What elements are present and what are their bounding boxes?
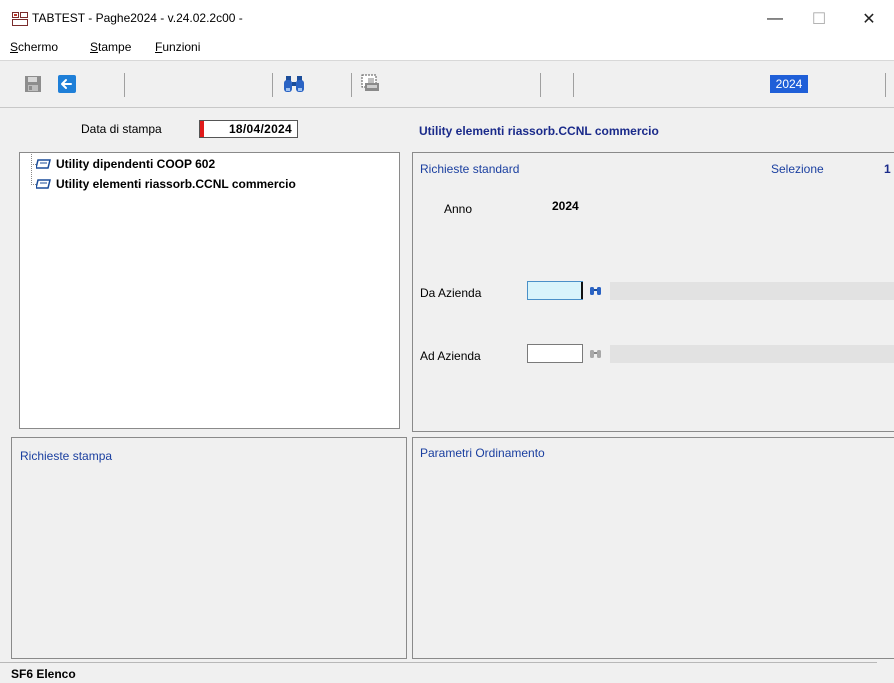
- save-icon[interactable]: [24, 75, 42, 93]
- book-icon: [36, 159, 51, 169]
- toolbar-separator: [272, 73, 273, 97]
- anno-value: 2024: [552, 199, 579, 213]
- tree-item-label: Utility dipendenti COOP 602: [56, 157, 216, 171]
- minimize-button[interactable]: —: [752, 6, 798, 32]
- year-badge: 2024: [770, 75, 808, 93]
- menu-bar: Schermo Stampe Funzioni: [0, 36, 894, 60]
- da-azienda-description: [610, 282, 894, 300]
- window-title: TABTEST - Paghe2024 - v.24.02.2c00 -: [32, 11, 243, 25]
- selection-value: 1: [884, 162, 891, 176]
- toolbar-separator: [124, 73, 125, 97]
- close-button[interactable]: ✕: [846, 6, 892, 32]
- standard-requests-panel: Richieste standard Selezione 1 Anno 2024…: [412, 152, 894, 432]
- menu-stampe[interactable]: Stampe: [90, 40, 131, 54]
- binoculars-icon[interactable]: [283, 74, 305, 94]
- selected-utility-title: Utility elementi riassorb.CCNL commercio: [419, 124, 659, 138]
- back-arrow-icon[interactable]: [58, 75, 76, 93]
- book-icon: [36, 179, 51, 189]
- da-azienda-input[interactable]: [527, 281, 583, 300]
- print-date-value: 18/04/2024: [228, 122, 292, 136]
- da-azienda-label: Da Azienda: [420, 286, 482, 300]
- title-bar: TABTEST - Paghe2024 - v.24.02.2c00 - — ☐…: [0, 0, 894, 36]
- tree-item[interactable]: Utility dipendenti COOP 602: [36, 157, 215, 171]
- tree-item[interactable]: Utility elementi riassorb.CCNL commercio: [36, 177, 296, 191]
- maximize-button[interactable]: ☐: [796, 6, 842, 32]
- tree-item-label: Utility elementi riassorb.CCNL commercio: [56, 177, 296, 191]
- print-requests-title: Richieste stampa: [20, 449, 113, 463]
- menu-funzioni[interactable]: Funzioni: [155, 40, 200, 54]
- print-preview-icon[interactable]: [360, 73, 382, 95]
- anno-label: Anno: [444, 202, 473, 216]
- ad-azienda-label: Ad Azienda: [420, 349, 481, 363]
- toolbar: 2024: [0, 60, 894, 108]
- app-icon: [12, 12, 28, 26]
- toolbar-separator: [351, 73, 352, 97]
- binoculars-icon[interactable]: [590, 285, 601, 295]
- text-cursor: [581, 282, 583, 299]
- standard-requests-title: Richieste standard: [420, 162, 520, 176]
- print-date-label: Data di stampa: [81, 122, 162, 136]
- toolbar-separator: [885, 73, 886, 97]
- menu-schermo[interactable]: Schermo: [10, 40, 58, 54]
- sort-parameters-title: Parametri Ordinamento: [420, 446, 545, 460]
- print-requests-panel: Richieste stampa: [11, 437, 407, 659]
- status-text: SF6 Elenco: [11, 667, 76, 681]
- print-date-field[interactable]: 18/04/2024: [199, 120, 298, 138]
- binoculars-icon[interactable]: [590, 348, 601, 358]
- toolbar-separator: [540, 73, 541, 97]
- selection-label: Selezione: [771, 162, 824, 176]
- utility-tree: Utility dipendenti COOP 602 Utility elem…: [19, 152, 400, 429]
- toolbar-separator: [573, 73, 574, 97]
- ad-azienda-description: [610, 345, 894, 363]
- required-marker: [200, 121, 204, 137]
- status-bar: SF6 Elenco: [0, 662, 877, 683]
- ad-azienda-input[interactable]: [527, 344, 583, 363]
- sort-parameters-panel: Parametri Ordinamento: [412, 437, 894, 659]
